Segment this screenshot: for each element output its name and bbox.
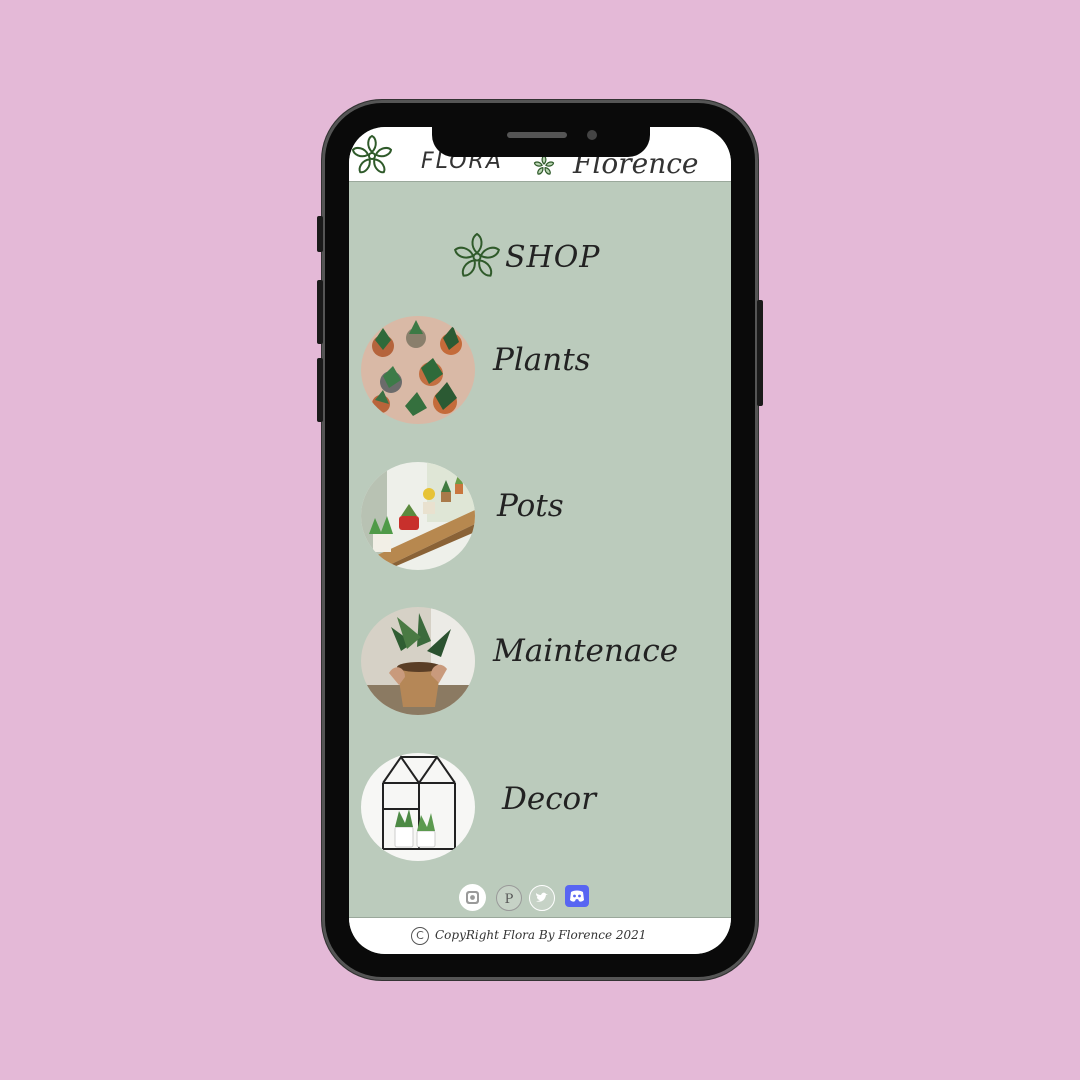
front-camera [587, 130, 597, 140]
category-plants[interactable]: Plants [361, 316, 721, 426]
mute-switch [317, 216, 323, 252]
category-plants-image[interactable] [361, 316, 475, 424]
phone-frame: FLORA Florence SHOP Plants Pots Maintena… [317, 100, 763, 980]
category-pots-label[interactable]: Pots [497, 488, 564, 524]
twitter-icon[interactable] [529, 885, 555, 911]
category-pots[interactable]: Pots [361, 462, 721, 572]
power-button [757, 300, 763, 406]
social-links: P [459, 884, 659, 915]
volume-up-button [317, 280, 323, 344]
site-footer: C CopyRight Flora By Florence 2021 [349, 917, 731, 954]
flower-outline-icon [454, 232, 500, 277]
notch [432, 127, 650, 157]
volume-down-button [317, 358, 323, 422]
discord-icon[interactable] [565, 885, 589, 907]
category-decor[interactable]: Decor [361, 753, 721, 863]
shop-title: SHOP [505, 240, 601, 275]
pinterest-icon[interactable]: P [496, 885, 522, 911]
category-pots-image[interactable] [361, 462, 475, 570]
category-decor-image[interactable] [361, 753, 475, 861]
svg-text:P: P [505, 892, 514, 907]
copyright-text: CopyRight Flora By Florence 2021 [435, 928, 647, 942]
category-decor-label[interactable]: Decor [502, 781, 596, 817]
category-maintenance-label[interactable]: Maintenace [493, 633, 678, 669]
flower-logo-icon[interactable] [349, 133, 395, 179]
category-maintenance[interactable]: Maintenace [361, 607, 721, 717]
copyright-icon: C [411, 927, 429, 945]
speaker-grille [507, 132, 567, 138]
instagram-icon[interactable] [459, 884, 486, 911]
phone-screen: FLORA Florence SHOP Plants Pots Maintena… [349, 127, 731, 954]
category-maintenance-image[interactable] [361, 607, 475, 715]
flower-divider-icon [533, 155, 555, 175]
category-plants-label[interactable]: Plants [493, 342, 591, 378]
